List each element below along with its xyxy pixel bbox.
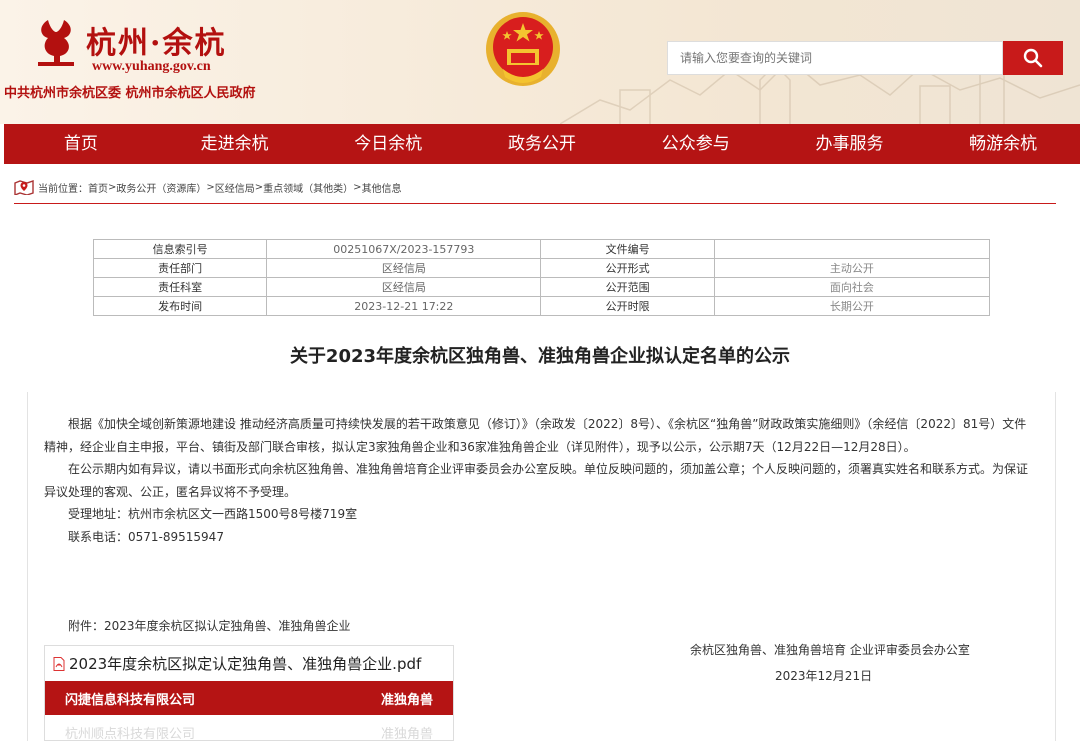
search-button[interactable] bbox=[1003, 41, 1063, 75]
contact-phone: 联系电话：0571-89515947 bbox=[68, 529, 224, 544]
breadcrumb-separator: > bbox=[108, 181, 117, 193]
breadcrumb-item-home[interactable]: 首页 bbox=[88, 180, 108, 195]
search-input[interactable] bbox=[667, 41, 1003, 75]
info-value bbox=[713, 239, 991, 259]
breadcrumb-divider bbox=[14, 203, 1056, 204]
table-row: 责任科室 区经信局 公开范围 面向社会 bbox=[92, 277, 991, 297]
breadcrumb-item-gov-affairs[interactable]: 政务公开（资源库） bbox=[116, 180, 206, 195]
nav-item-participation[interactable]: 公众参与 bbox=[619, 124, 773, 164]
search-bar bbox=[667, 41, 1063, 75]
table-row: 责任部门 区经信局 公开形式 主动公开 bbox=[92, 258, 991, 278]
company-category: 准独角兽 bbox=[380, 692, 433, 708]
issuer-signature: 余杭区独角兽、准独角兽培育 企业评审委员会办公室 bbox=[690, 643, 970, 657]
table-row: 闪捷信息科技有限公司 准独角兽 bbox=[45, 681, 453, 715]
document-info-table: 信息索引号 00251067X/2023-157793 文件编号 责任部门 区经… bbox=[92, 239, 991, 316]
attachment-label: 附件：2023年度余杭区拟认定独角兽、准独角兽企业 bbox=[68, 619, 351, 633]
site-url: www.yuhang.gov.cn bbox=[92, 59, 211, 74]
nav-item-services[interactable]: 办事服务 bbox=[773, 124, 927, 164]
nav-item-home[interactable]: 首页 bbox=[4, 124, 158, 164]
breadcrumb-item-other[interactable]: 其他信息 bbox=[362, 180, 402, 195]
content-left-border bbox=[27, 392, 28, 741]
info-value: 2023-12-21 17:22 bbox=[266, 296, 542, 316]
breadcrumb-separator: > bbox=[254, 181, 264, 193]
search-icon bbox=[1023, 48, 1043, 68]
breadcrumb-item-key-areas[interactable]: 重点领域（其他类） bbox=[263, 180, 353, 195]
document-body: 根据《加快全域创新策源地建设 推动经济高质量可持续快发展的若干政策意见（修订）》… bbox=[44, 413, 1034, 548]
table-row: 信息索引号 00251067X/2023-157793 文件编号 bbox=[92, 239, 991, 259]
info-value: 00251067X/2023-157793 bbox=[266, 239, 542, 259]
company-name: 闪捷信息科技有限公司 bbox=[65, 692, 196, 708]
pdf-file-icon bbox=[53, 656, 65, 671]
org-name: 中共杭州市余杭区委 杭州市余杭区人民政府 bbox=[4, 86, 256, 101]
info-value: 面向社会 bbox=[713, 277, 991, 297]
breadcrumb-item-bureau[interactable]: 区经信局 bbox=[215, 180, 255, 195]
breadcrumb-prefix: 当前位置： bbox=[38, 183, 88, 195]
site-logo-text[interactable]: 杭州·余杭 bbox=[86, 18, 226, 62]
table-row: 杭州顺点科技有限公司 准独角兽 bbox=[45, 715, 453, 741]
company-name: 杭州顺点科技有限公司 bbox=[65, 726, 196, 741]
info-value: 主动公开 bbox=[713, 258, 991, 278]
nav-item-tourism[interactable]: 畅游余杭 bbox=[926, 124, 1080, 164]
contact-address: 受理地址：杭州市余杭区文一西路1500号8号楼719室 bbox=[68, 507, 358, 521]
info-value: 区经信局 bbox=[266, 277, 542, 297]
info-key: 发布时间 bbox=[92, 296, 268, 316]
info-key: 公开时限 bbox=[540, 296, 715, 316]
national-emblem-icon bbox=[486, 12, 560, 86]
content-right-border bbox=[1055, 392, 1056, 741]
location-map-icon bbox=[14, 180, 34, 195]
site-header: 杭州·余杭 www.yuhang.gov.cn 中共杭州市余杭区委 杭州市余杭区… bbox=[0, 0, 1080, 124]
document-title: 关于2023年度余杭区独角兽、准独角兽企业拟认定名单的公示 bbox=[289, 346, 791, 367]
body-paragraph: 根据《加快全域创新策源地建设 推动经济高质量可持续快发展的若干政策意见（修订）》… bbox=[44, 417, 1027, 454]
breadcrumb: 当前位置： 首页 > 政务公开（资源库） > 区经信局 > 重点领域（其他类） … bbox=[14, 177, 402, 197]
attachment-header[interactable]: 2023年度余杭区拟定认定独角兽、准独角兽企业.pdf bbox=[45, 646, 453, 681]
breadcrumb-separator: > bbox=[206, 181, 215, 193]
info-value: 长期公开 bbox=[713, 296, 991, 316]
body-paragraph: 在公示期内如有异议，请以书面形式向余杭区独角兽、准独角兽培育企业评审委员会办公室… bbox=[44, 462, 1029, 499]
info-key: 公开范围 bbox=[540, 277, 715, 297]
nav-item-news[interactable]: 今日余杭 bbox=[311, 124, 465, 164]
breadcrumb-separator: > bbox=[353, 181, 362, 193]
attachment-filename[interactable]: 2023年度余杭区拟定认定独角兽、准独角兽企业.pdf bbox=[69, 653, 421, 674]
info-key: 公开形式 bbox=[540, 258, 715, 278]
attachment-preview[interactable]: 2023年度余杭区拟定认定独角兽、准独角兽企业.pdf 闪捷信息科技有限公司 准… bbox=[44, 645, 454, 741]
info-value: 区经信局 bbox=[266, 258, 542, 278]
company-category: 准独角兽 bbox=[380, 726, 433, 741]
nav-item-about[interactable]: 走进余杭 bbox=[158, 124, 312, 164]
info-key: 责任部门 bbox=[92, 258, 268, 278]
info-key: 文件编号 bbox=[540, 239, 715, 259]
table-row: 发布时间 2023-12-21 17:22 公开时限 长期公开 bbox=[92, 296, 991, 316]
info-key: 责任科室 bbox=[92, 277, 268, 297]
main-nav: 首页 走进余杭 今日余杭 政务公开 公众参与 办事服务 畅游余杭 bbox=[4, 124, 1080, 164]
info-key: 信息索引号 bbox=[92, 239, 268, 259]
issue-date: 2023年12月21日 bbox=[775, 669, 873, 683]
nav-item-gov-affairs[interactable]: 政务公开 bbox=[465, 124, 619, 164]
yuhang-logo-icon bbox=[38, 20, 74, 66]
